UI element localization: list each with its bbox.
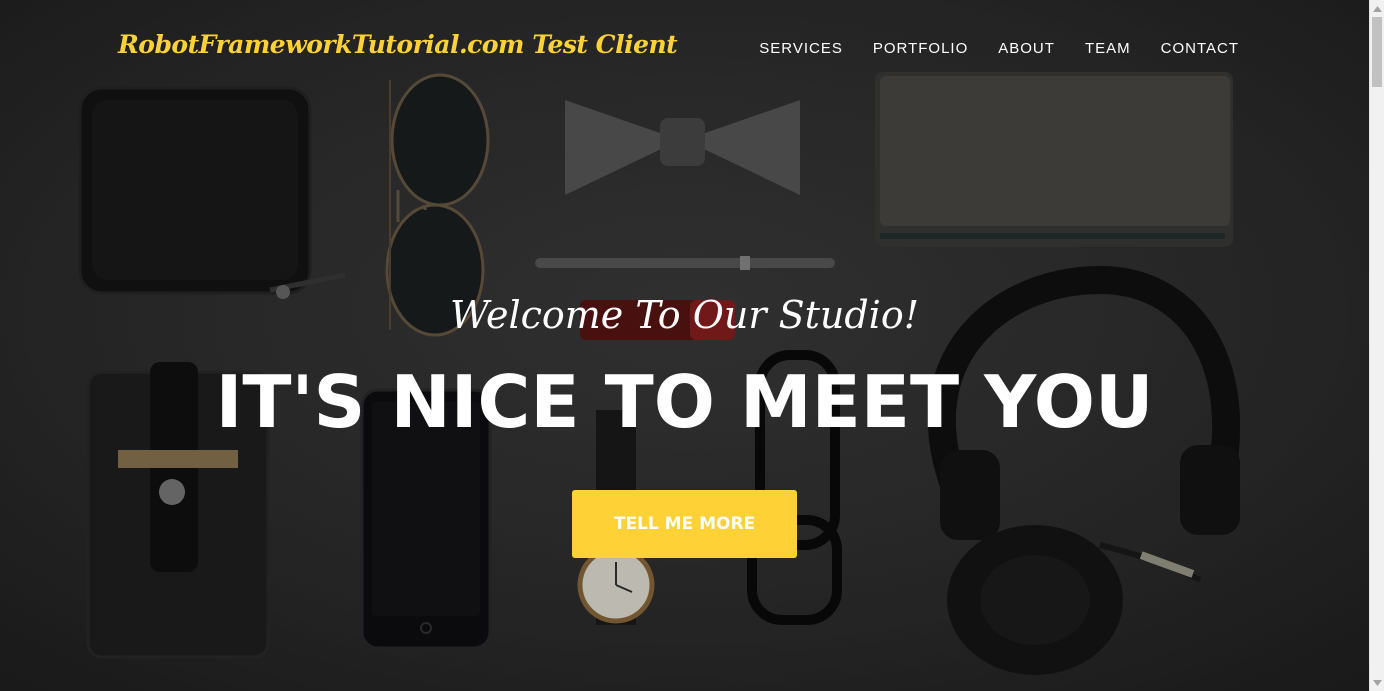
scrollbar-thumb[interactable] xyxy=(1372,17,1382,87)
page: RobotFrameworkTutorial.com Test Client S… xyxy=(0,0,1384,691)
nav-link-about[interactable]: ABOUT xyxy=(983,40,1070,57)
nav-link-services[interactable]: SERVICES xyxy=(744,40,858,57)
navbar: RobotFrameworkTutorial.com Test Client S… xyxy=(0,0,1369,100)
hero-heading: IT'S NICE TO MEET YOU xyxy=(215,360,1154,444)
nav-link-team[interactable]: TEAM xyxy=(1070,40,1146,57)
tell-me-more-button[interactable]: TELL ME MORE xyxy=(572,490,797,558)
hero-section xyxy=(0,0,1369,691)
hero-lead-in: Welcome To Our Studio! xyxy=(450,293,919,337)
nav-link-portfolio[interactable]: PORTFOLIO xyxy=(858,40,983,57)
brand-logo[interactable]: RobotFrameworkTutorial.com Test Client xyxy=(118,30,678,59)
nav-link-contact[interactable]: CONTACT xyxy=(1146,40,1254,57)
nav-links: SERVICES PORTFOLIO ABOUT TEAM CONTACT xyxy=(744,40,1254,57)
vertical-scrollbar[interactable] xyxy=(1369,0,1384,691)
hero-overlay xyxy=(0,0,1369,691)
scroll-up-icon[interactable] xyxy=(1370,0,1384,17)
scroll-down-icon[interactable] xyxy=(1370,674,1384,691)
